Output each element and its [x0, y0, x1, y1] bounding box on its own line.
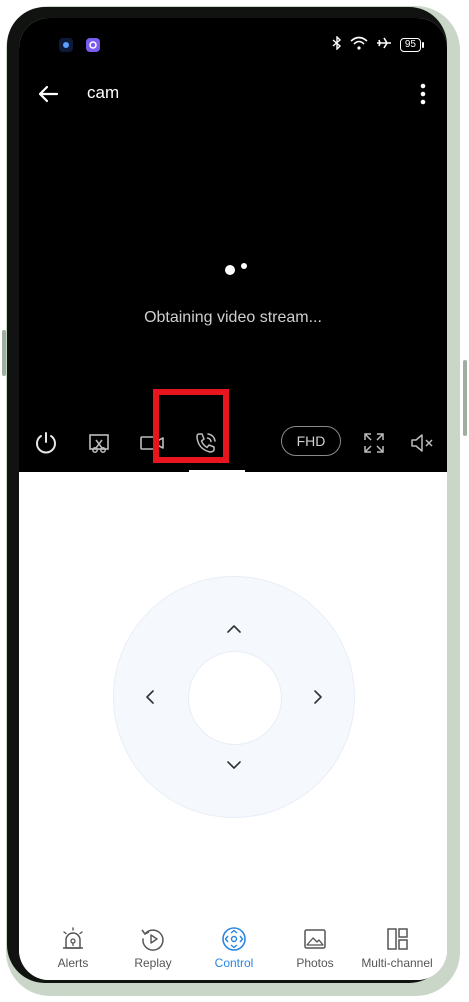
bottom-nav: Alerts Replay Control Photos Multi-chann…: [19, 916, 447, 980]
screenshot-icon[interactable]: [82, 426, 116, 460]
nav-item-multi-channel[interactable]: Multi-channel: [357, 926, 437, 970]
loading-status-text: Obtaining video stream...: [144, 309, 322, 326]
nav-item-control[interactable]: Control: [194, 926, 274, 970]
ptz-up-arrow-icon[interactable]: [224, 619, 244, 639]
ptz-left-arrow-icon[interactable]: [140, 687, 160, 707]
screen: 95 cam Obtaining video stream... FHD Ale…: [19, 18, 447, 980]
battery-indicator: 95: [399, 37, 425, 52]
wifi-icon: [350, 36, 368, 53]
ptz-down-arrow-icon[interactable]: [224, 755, 244, 775]
replay-icon: [140, 926, 166, 952]
nav-label-photos: Photos: [296, 956, 334, 970]
selected-control-underline: [189, 470, 245, 472]
nav-item-photos[interactable]: Photos: [275, 926, 355, 970]
highlight-box: [153, 389, 229, 463]
nav-item-alerts[interactable]: Alerts: [33, 926, 113, 970]
top-bar: cam: [19, 74, 447, 114]
volume-button: [2, 330, 6, 376]
back-arrow-icon[interactable]: [35, 80, 63, 108]
status-bar: 95: [19, 18, 447, 66]
fullscreen-icon[interactable]: [357, 426, 391, 460]
more-options-icon[interactable]: [415, 80, 431, 108]
alarm-siren-icon: [60, 926, 86, 952]
power-icon[interactable]: [29, 426, 63, 460]
app-notification-icon: [86, 38, 100, 52]
video-controls-bar: FHD: [19, 422, 447, 472]
ptz-center-button[interactable]: [188, 651, 282, 745]
multi-channel-grid-icon: [384, 926, 410, 952]
photo-gallery-icon: [302, 926, 328, 952]
ptz-direction-pad[interactable]: [113, 576, 355, 818]
page-title: cam: [87, 83, 120, 102]
airplane-icon: [376, 36, 392, 53]
status-icons: 95: [332, 35, 425, 53]
nav-item-replay[interactable]: Replay: [113, 926, 193, 970]
loading-spinner-icon: [222, 261, 252, 277]
control-joystick-icon: [221, 926, 247, 952]
power-button: [463, 360, 467, 436]
notification-icon: [59, 38, 73, 52]
nav-label-replay: Replay: [134, 956, 172, 970]
bluetooth-icon: [332, 35, 342, 53]
mute-icon[interactable]: [405, 426, 439, 460]
nav-label-multi-channel: Multi-channel: [361, 956, 433, 970]
nav-label-alerts: Alerts: [57, 956, 89, 970]
nav-label-control: Control: [214, 956, 254, 970]
video-area[interactable]: 95 cam Obtaining video stream... FHD: [19, 18, 447, 472]
ptz-right-arrow-icon[interactable]: [308, 687, 328, 707]
video-quality-button[interactable]: FHD: [281, 426, 341, 456]
